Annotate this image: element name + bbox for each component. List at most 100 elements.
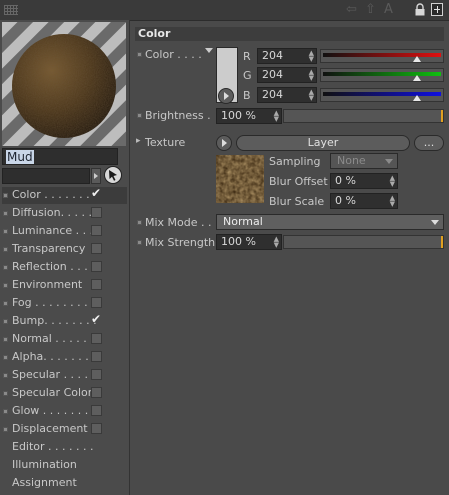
param-dot[interactable] (137, 240, 142, 245)
channel-item[interactable]: Glow . . . . . . . . (2, 403, 127, 420)
channel-label: Diffusion. . . . . (12, 206, 93, 219)
checkmark-icon: ✔ (91, 186, 102, 200)
channel-label: Color . . . . . . . (12, 188, 90, 201)
g-input[interactable]: 204 ▲ ▼ (257, 67, 317, 83)
color-mode-dropdown-icon[interactable] (205, 48, 213, 53)
channel-label: Environment (12, 278, 83, 291)
channel-dot (3, 283, 8, 288)
channel-checkbox[interactable] (91, 225, 102, 236)
channel-label: Specular Color (12, 386, 93, 399)
channel-checkbox[interactable] (91, 261, 102, 272)
g-label: G (243, 69, 252, 82)
color-expand-button[interactable] (218, 88, 234, 104)
material-name-field[interactable]: Mud (2, 148, 118, 165)
texture-expand-arrow-icon[interactable]: ▸ (136, 136, 141, 146)
r-slider[interactable] (320, 49, 444, 63)
channel-dot (3, 193, 8, 198)
chevron-down-icon (431, 220, 439, 225)
b-input[interactable]: 204 ▲ ▼ (257, 87, 317, 103)
channel-item[interactable]: Specular Color (2, 385, 127, 402)
channel-checkbox[interactable] (91, 405, 102, 416)
channel-item[interactable]: Reflection . . . . (2, 259, 127, 276)
channel-checkbox[interactable] (91, 369, 102, 380)
mix-mode-dropdown[interactable]: Normal (216, 214, 444, 230)
b-slider-thumb[interactable] (413, 95, 422, 101)
channel-item[interactable]: Fog . . . . . . . . . (2, 295, 127, 312)
channel-dot (3, 319, 8, 324)
channel-label: Illumination (12, 458, 77, 471)
channel-checkbox[interactable] (91, 279, 102, 290)
g-slider[interactable] (320, 68, 444, 82)
mix-strength-label: Mix Strength (145, 236, 216, 249)
g-slider-thumb[interactable] (413, 75, 422, 81)
new-panel-icon[interactable] (431, 3, 443, 16)
texture-more-button[interactable]: ... (414, 135, 444, 151)
channel-checkbox[interactable] (91, 423, 102, 434)
channel-item[interactable]: Assignment (2, 475, 127, 492)
param-dot[interactable] (137, 220, 142, 225)
texture-thumbnail[interactable] (216, 155, 264, 203)
lock-icon[interactable] (414, 3, 426, 16)
material-preview[interactable] (2, 22, 126, 146)
texture-label: Texture (145, 136, 186, 149)
chevron-down-icon (385, 159, 393, 164)
channel-item[interactable]: Bump. . . . . . . . ✔ (2, 312, 127, 330)
mix-strength-input[interactable]: 100 % ▲ ▼ (216, 234, 282, 250)
channel-checkbox[interactable] (91, 207, 102, 218)
title-bar: ⇦ ⇧ A (0, 0, 449, 21)
mix-strength-slider[interactable] (283, 235, 444, 249)
channel-checkbox[interactable]: ✔ (91, 186, 102, 200)
channel-dot (3, 373, 8, 378)
channel-item[interactable]: Specular . . . . . (2, 367, 127, 384)
spin-arrows-icon[interactable]: ▲ ▼ (309, 89, 314, 102)
spin-arrows-icon[interactable]: ▲ ▼ (309, 69, 314, 82)
channel-checkbox[interactable] (91, 351, 102, 362)
brightness-label: Brightness . (145, 109, 211, 122)
spin-arrows-icon[interactable]: ▲ ▼ (390, 175, 395, 188)
channel-item[interactable]: Color . . . . . . . ✔ (2, 186, 127, 204)
channel-item[interactable]: Displacement (2, 421, 127, 438)
sampling-dropdown[interactable]: None (330, 153, 398, 169)
channel-checkbox[interactable] (91, 333, 102, 344)
channel-item[interactable]: Transparency (2, 241, 127, 258)
channel-checkbox[interactable] (91, 243, 102, 254)
blur-offset-input[interactable]: 0 % ▲ ▼ (330, 173, 398, 189)
pick-object-icon[interactable] (104, 166, 122, 184)
r-input[interactable]: 204 ▲ ▼ (257, 48, 317, 64)
texture-menu-button[interactable] (216, 135, 232, 151)
channel-item[interactable]: Environment (2, 277, 127, 294)
b-slider[interactable] (320, 88, 444, 102)
blur-scale-input[interactable]: 0 % ▲ ▼ (330, 193, 398, 209)
channel-item[interactable]: Editor . . . . . . . (2, 439, 127, 456)
spin-arrows-icon[interactable]: ▲ ▼ (309, 50, 314, 63)
param-dot[interactable] (137, 113, 142, 118)
brightness-input[interactable]: 100 % ▲ ▼ (216, 108, 282, 124)
brightness-slider[interactable] (283, 109, 444, 123)
mix-mode-label: Mix Mode . . (145, 216, 212, 229)
channel-dot (3, 247, 8, 252)
channel-checkbox[interactable] (91, 297, 102, 308)
channel-dot (3, 427, 8, 432)
channel-item[interactable]: Alpha. . . . . . . . (2, 349, 127, 366)
texture-layer-button[interactable]: Layer (236, 135, 410, 151)
blur-scale-label: Blur Scale (269, 195, 325, 208)
search-expand-button[interactable] (91, 168, 101, 184)
channel-search-input[interactable] (2, 168, 90, 184)
spin-arrows-icon[interactable]: ▲ ▼ (390, 195, 395, 208)
spin-arrows-icon[interactable]: ▲ ▼ (274, 236, 279, 249)
r-slider-thumb[interactable] (413, 56, 422, 62)
channel-checkbox[interactable]: ✔ (91, 312, 102, 326)
channel-label: Normal . . . . . . (12, 332, 94, 345)
drag-grip-icon[interactable] (4, 5, 18, 15)
channel-item[interactable]: Illumination (2, 457, 127, 474)
param-dot[interactable] (137, 52, 142, 57)
spin-arrows-icon[interactable]: ▲ ▼ (274, 110, 279, 123)
channel-dot (3, 337, 8, 342)
toolbar-faint-icons: ⇦ ⇧ A (346, 2, 395, 17)
channel-dot (3, 409, 8, 414)
slider-end-marker (441, 236, 443, 248)
channel-item[interactable]: Luminance . . . . (2, 223, 127, 240)
channel-checkbox[interactable] (91, 387, 102, 398)
channel-item[interactable]: Diffusion. . . . . (2, 205, 127, 222)
channel-item[interactable]: Normal . . . . . . (2, 331, 127, 348)
